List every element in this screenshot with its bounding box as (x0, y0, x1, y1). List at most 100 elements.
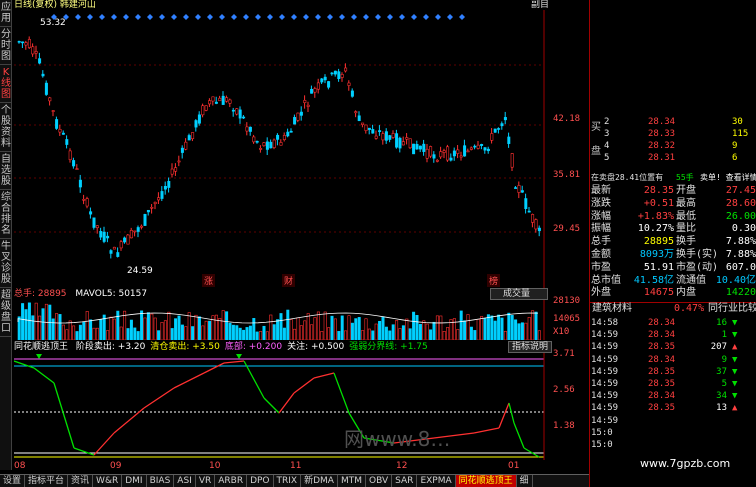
volume-bar (517, 323, 521, 341)
volume-bar (429, 329, 433, 341)
candle-body (211, 96, 215, 102)
trade-direction-icon: ▼ (732, 366, 738, 377)
bottom-tab-15[interactable]: EXPMA (417, 475, 456, 487)
candle-body (242, 116, 246, 119)
candle-body (469, 147, 473, 150)
candle-body (483, 147, 487, 151)
event-label-cai[interactable]: 财 (282, 274, 296, 287)
event-marker-icon (243, 14, 249, 20)
event-label-zhang[interactable]: 涨 (202, 274, 216, 287)
indicator-canvas[interactable] (13, 353, 589, 460)
bottom-tab-10[interactable]: TRIX (274, 475, 302, 487)
order-qty: 9 (732, 141, 738, 151)
volume-bar (272, 324, 276, 341)
sub-chart-label[interactable]: 副目 (531, 0, 549, 10)
candle-body (248, 126, 252, 132)
volume-canvas[interactable] (14, 300, 589, 341)
pending-order-alert[interactable]: 在卖盘28.41位置有 55手 卖单! 查看详情 (590, 172, 756, 184)
volume-bar (514, 319, 518, 341)
volume-bar (194, 314, 198, 341)
left-tab-6[interactable]: 牛叉诊股 (0, 239, 12, 288)
industry-name[interactable]: 建筑材料 (592, 303, 632, 315)
left-tab-5[interactable]: 综合排名 (0, 190, 12, 239)
bottom-tab-7[interactable]: VR (196, 475, 216, 487)
volume-bar (500, 317, 504, 341)
volume-bar (476, 319, 480, 341)
left-tab-4[interactable]: 自选股 (0, 152, 12, 190)
event-label-bang[interactable]: 榜 (487, 274, 501, 287)
indicator-name[interactable]: 同花顺逃顶王 (14, 342, 68, 352)
volume-chart[interactable]: 28130 14065 X10 (14, 296, 589, 341)
bottom-tab-4[interactable]: DMI (122, 475, 147, 487)
volume-bar (136, 331, 140, 341)
trade-price: 28.34 (648, 391, 676, 402)
left-tab-0[interactable]: 应用 (0, 0, 12, 27)
event-marker-icon (447, 14, 453, 20)
trade-direction-icon: ▼ (732, 330, 738, 341)
volume-bar (354, 318, 358, 341)
bottom-tab-5[interactable]: BIAS (147, 475, 175, 487)
candle-body (391, 133, 395, 138)
stat-value: 8093万 (639, 249, 674, 260)
left-tab-2[interactable]: K线图 (0, 65, 12, 103)
kline-chart[interactable]: 42.18 35.81 29.45 53.32 24.59 涨 财 榜 (14, 10, 589, 288)
stat-label: 最新 (591, 185, 611, 196)
industry-compare-button[interactable]: 同行业比较 (708, 303, 756, 315)
candle-body (384, 131, 388, 141)
indicator-help-button[interactable]: 指标说明 (508, 341, 552, 353)
volume-bar (527, 317, 531, 341)
stat-value: 607.0 (725, 261, 756, 273)
event-marker-icon (339, 14, 345, 20)
volume-bar (41, 308, 45, 341)
volume-indicator-dropdown[interactable]: 成交量 (490, 288, 548, 300)
bottom-tab-12[interactable]: MTM (338, 475, 366, 487)
candle-body (31, 46, 35, 55)
order-book-row[interactable]: 5 28.31 6 (590, 152, 756, 164)
left-tab-3[interactable]: 个股资料 (0, 103, 12, 152)
industry-row[interactable]: 建筑材料 0.47% 同行业比较 (590, 302, 756, 315)
bottom-tab-6[interactable]: ASI (174, 475, 196, 487)
bottom-tab-3[interactable]: W&R (93, 475, 123, 487)
left-tab-1[interactable]: 分时图 (0, 27, 12, 65)
volume-bar (293, 328, 297, 341)
stat-row: 市盈 51.91 市盈(动) 607.0 (590, 262, 756, 274)
indicator-chart[interactable]: 3.71 2.56 1.38 网www.8… (13, 349, 589, 460)
order-book-row[interactable]: 3 28.33 115 (590, 128, 756, 140)
indicator-line-segment (93, 432, 115, 456)
left-tab-7[interactable]: 超级盘口 (0, 288, 12, 337)
candle-body (378, 130, 382, 133)
kline-canvas[interactable] (14, 10, 589, 288)
volume-bar (180, 324, 184, 341)
candle-body (452, 150, 456, 157)
candle-body (439, 151, 443, 158)
bottom-tab-16[interactable]: 同花顺逃顶王 (455, 475, 517, 487)
bottom-tab-11[interactable]: 新DMA (301, 475, 338, 487)
volume-bar (112, 318, 116, 341)
candle-body (344, 67, 348, 72)
candle-body (187, 135, 191, 141)
stat-label: 开盘 (676, 185, 696, 196)
candle-body (119, 241, 123, 249)
candle-body (415, 144, 419, 150)
bottom-tab-17[interactable]: 细 (517, 475, 533, 487)
bottom-tab-8[interactable]: ARBR (215, 475, 248, 487)
candle-body (225, 97, 229, 102)
indicator-line-segment (293, 377, 315, 394)
volume-bar (75, 331, 79, 341)
indicator-line-segment (333, 372, 350, 414)
bottom-tab-1[interactable]: 指标平台 (25, 475, 69, 487)
trade-row: 14:58 28.34 16 ▼ (590, 317, 756, 329)
bottom-tab-9[interactable]: DPO (247, 475, 274, 487)
pending-order-link[interactable]: 卖单! 查看详情 (700, 172, 756, 184)
volume-bar (133, 327, 137, 341)
volume-bar (286, 309, 290, 341)
order-book-row[interactable]: 4 28.32 9 (590, 140, 756, 152)
stat-label: 换手 (676, 236, 696, 248)
bottom-tab-13[interactable]: OBV (366, 475, 393, 487)
order-book-row[interactable]: 2 28.34 30 (590, 116, 756, 128)
volume-bar (469, 326, 473, 341)
bottom-tab-0[interactable]: 设置 (0, 475, 26, 487)
bottom-tab-14[interactable]: SAR (392, 475, 418, 487)
candle-body (303, 100, 307, 103)
bottom-tab-2[interactable]: 资讯 (68, 475, 94, 487)
